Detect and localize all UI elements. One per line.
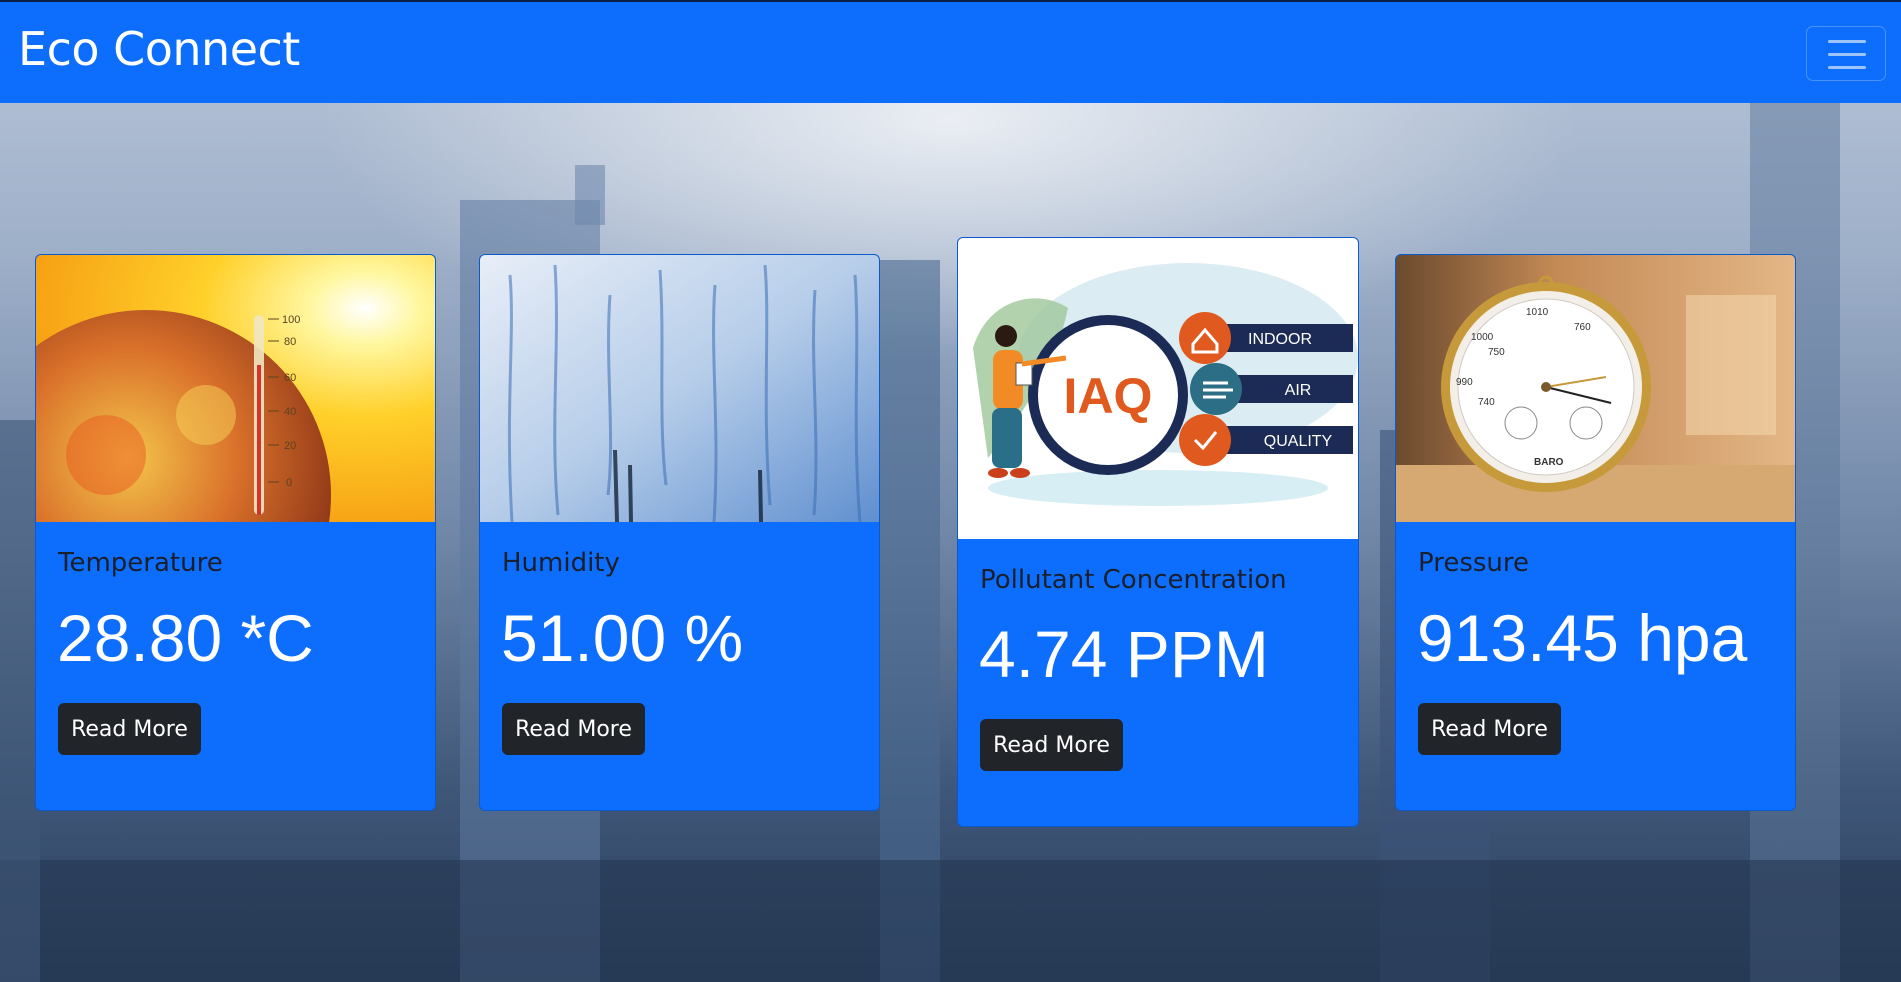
iaq-illustration-image: IAQ INDOOR AIR QUALITY — [958, 238, 1358, 539]
svg-text:100: 100 — [282, 314, 300, 326]
iaq-label-quality: QUALITY — [1264, 433, 1333, 450]
barometer-mark: 760 — [1574, 322, 1591, 333]
iaq-logo-text: IAQ — [1064, 368, 1153, 424]
barometer-mark: 1000 — [1471, 332, 1494, 343]
navbar-toggler-button[interactable] — [1806, 26, 1886, 81]
pressure-read-more-button[interactable]: Read More — [1418, 703, 1561, 755]
top-navbar: Eco Connect — [0, 0, 1901, 103]
card-title: Temperature — [58, 548, 223, 578]
brand-logo-text[interactable]: Eco Connect — [18, 22, 300, 76]
svg-text:60: 60 — [284, 372, 296, 384]
svg-text:0: 0 — [286, 477, 292, 489]
temperature-value: 28.80 *C — [57, 601, 314, 675]
barometer-label: BARO — [1534, 457, 1564, 468]
barometer-mark: 740 — [1478, 397, 1495, 408]
card-title: Humidity — [502, 548, 620, 578]
svg-text:40: 40 — [284, 406, 296, 418]
card-title: Pollutant Concentration — [980, 565, 1287, 595]
hamburger-menu-icon — [1828, 40, 1866, 43]
pollutant-card: IAQ INDOOR AIR QUALITY Pollutant Concent… — [957, 237, 1359, 827]
pollutant-read-more-button[interactable]: Read More — [980, 719, 1123, 771]
temperature-read-more-button[interactable]: Read More — [58, 703, 201, 755]
barometer-mark: 1010 — [1526, 307, 1549, 318]
condensation-glass-image — [480, 255, 879, 522]
humidity-value: 51.00 % — [501, 601, 744, 675]
pollutant-value: 4.74 PPM — [979, 617, 1269, 691]
barometer-image: 1010 1000 990 760 750 740 BARO — [1396, 255, 1795, 522]
hot-globe-thermometer-image: 100 80 60 40 20 0 — [36, 255, 435, 522]
iaq-label-air: AIR — [1285, 382, 1312, 399]
temperature-card: 100 80 60 40 20 0 Temperature 28.80 *C Read… — [35, 254, 436, 811]
humidity-card: Humidity 51.00 % Read More — [479, 254, 880, 811]
card-title: Pressure — [1418, 548, 1530, 578]
barometer-mark: 750 — [1488, 347, 1505, 358]
pressure-value: 913.45 hpa — [1417, 601, 1748, 675]
hamburger-menu-icon-bar — [1828, 66, 1866, 69]
barometer-mark: 990 — [1456, 377, 1473, 388]
humidity-read-more-button[interactable]: Read More — [502, 703, 645, 755]
svg-text:20: 20 — [284, 440, 296, 452]
svg-text:80: 80 — [284, 336, 296, 348]
hamburger-menu-icon-bar — [1828, 53, 1866, 56]
iaq-label-indoor: INDOOR — [1248, 331, 1312, 348]
pressure-card: 1010 1000 990 760 750 740 BARO Pressure … — [1395, 254, 1796, 811]
